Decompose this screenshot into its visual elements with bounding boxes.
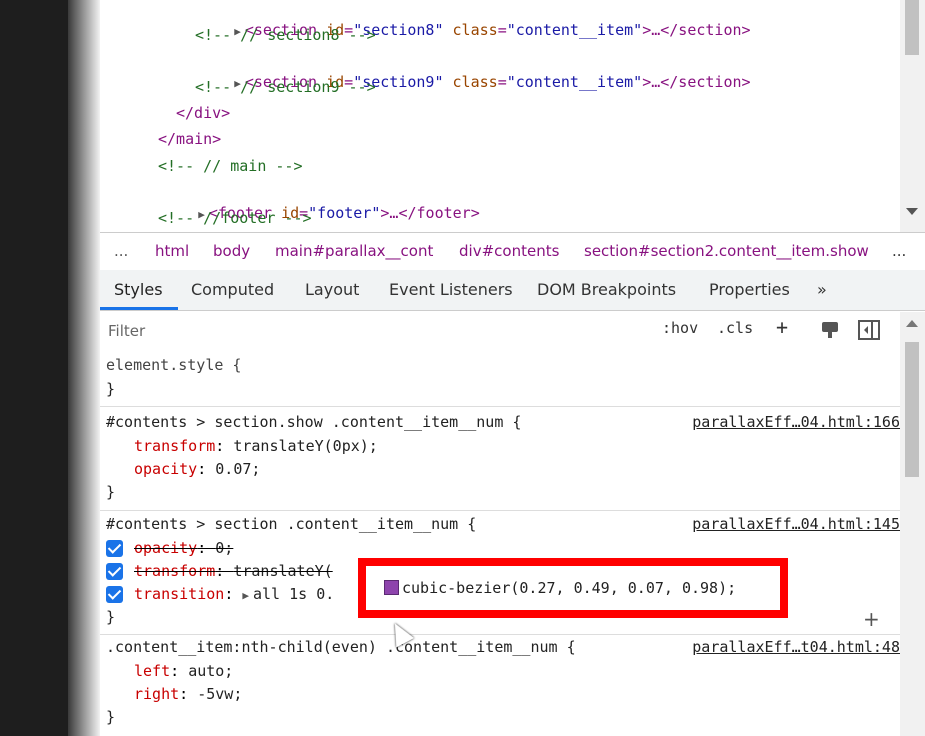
styles-scrollbar[interactable] <box>900 312 925 736</box>
breadcrumb-more[interactable]: ... <box>892 242 906 260</box>
scrollbar-thumb[interactable] <box>905 0 919 55</box>
tree-comment[interactable]: <!-- //footer --> <box>158 207 312 229</box>
style-property[interactable]: opacity: 0.07; <box>134 458 260 480</box>
elements-tree[interactable]: ▶ <section id="section8" class="content__… <box>100 0 900 232</box>
tabs-overflow-button[interactable]: » <box>817 280 827 299</box>
breadcrumb-item-body[interactable]: body <box>213 242 250 260</box>
desktop-background <box>0 0 68 736</box>
window-edge <box>68 0 100 736</box>
tab-styles[interactable]: Styles <box>114 280 163 299</box>
add-property-icon[interactable]: + <box>863 607 880 631</box>
style-property[interactable]: transform: translateY(0px); <box>134 435 378 457</box>
breadcrumb-item-section[interactable]: section#section2.content__item.show <box>584 242 869 260</box>
property-checkbox[interactable] <box>106 586 123 603</box>
rule-selector[interactable]: #contents > section .content__item__num … <box>106 513 476 535</box>
style-rules: element.style { } #contents > section.sh… <box>100 348 900 736</box>
style-property[interactable]: right: -5vw; <box>134 683 242 705</box>
property-checkbox[interactable] <box>106 540 123 557</box>
element-state-icon[interactable] <box>820 320 840 344</box>
toggle-sidebar-icon[interactable] <box>858 320 880 344</box>
rule-source-link[interactable]: parallaxEff…t04.html:48 <box>692 636 900 658</box>
rule-element-style: element.style { } <box>100 348 900 407</box>
style-property-overridden[interactable]: opacity: 0; <box>134 537 233 559</box>
tree-comment[interactable]: <!-- // section9 --> <box>195 76 376 98</box>
scroll-down-arrow-icon[interactable] <box>906 208 918 215</box>
tree-comment[interactable]: <!-- // section8 --> <box>195 24 376 46</box>
style-property[interactable]: left: auto; <box>134 660 233 682</box>
rule-source-link[interactable]: parallaxEff…04.html:166 <box>692 411 900 433</box>
rule-selector[interactable]: element.style { <box>106 354 241 376</box>
rule-selector[interactable]: #contents > section.show .content__item_… <box>106 411 521 433</box>
cubic-bezier-value[interactable]: cubic-bezier(0.27, 0.49, 0.07, 0.98); <box>384 577 741 599</box>
filter-input[interactable] <box>106 317 650 345</box>
new-style-rule-button[interactable]: + <box>776 315 788 339</box>
tab-computed[interactable]: Computed <box>191 280 274 299</box>
rule-selector[interactable]: .content__item:nth-child(even) .content_… <box>106 636 576 658</box>
tab-layout[interactable]: Layout <box>305 280 359 299</box>
rule-show-num: #contents > section.show .content__item_… <box>100 406 900 511</box>
rule-nth-child-num: .content__item:nth-child(even) .content_… <box>100 634 900 736</box>
breadcrumb-ellipsis[interactable]: ... <box>114 242 128 260</box>
tree-comment[interactable]: <!-- // main --> <box>158 155 303 177</box>
breadcrumb-item-div[interactable]: div#contents <box>459 242 559 260</box>
tab-event-listeners[interactable]: Event Listeners <box>389 280 513 299</box>
style-property-overridden[interactable]: transform: translateY( <box>134 560 333 582</box>
bezier-editor-icon[interactable] <box>384 580 399 595</box>
tab-dom-breakpoints[interactable]: DOM Breakpoints <box>537 280 676 299</box>
breadcrumb-item-html[interactable]: html <box>155 242 189 260</box>
hov-button[interactable]: :hov <box>662 319 698 337</box>
style-property-transition[interactable]: transition: ▶ all 1s 0. <box>134 583 334 605</box>
devtools-panel: ▶ <section id="section8" class="content__… <box>100 0 925 736</box>
tree-node-section8[interactable]: ▶ <section id="section8" class="content__… <box>180 0 750 39</box>
tree-node-footer[interactable]: ▶ <footer id="footer">…</footer> <box>144 180 480 222</box>
tree-node-section9[interactable]: ▶ <section id="section9" class="content__… <box>180 49 750 91</box>
cls-button[interactable]: .cls <box>717 319 753 337</box>
breadcrumb-item-main[interactable]: main#parallax__cont <box>275 242 433 260</box>
elements-scrollbar[interactable] <box>900 0 925 232</box>
tree-close-div[interactable]: </div> <box>176 102 230 124</box>
property-checkbox[interactable] <box>106 563 123 580</box>
rule-close-brace: } <box>106 708 116 726</box>
scrollbar-thumb[interactable] <box>905 342 919 477</box>
tab-properties[interactable]: Properties <box>709 280 790 299</box>
rule-close-brace: } <box>106 483 116 501</box>
rule-close-brace: } <box>106 380 116 398</box>
styles-toolbar: :hov .cls + <box>100 312 925 349</box>
active-tab-indicator <box>100 307 178 310</box>
scroll-up-arrow-icon[interactable] <box>906 320 918 327</box>
expand-triangle-icon[interactable]: ▶ <box>242 589 249 602</box>
sidebar-tabs: Styles Computed Layout Event Listeners D… <box>100 270 925 311</box>
rule-close-brace: } <box>106 608 116 626</box>
breadcrumb: ... html body main#parallax__cont div#co… <box>100 232 925 272</box>
tree-close-main[interactable]: </main> <box>158 128 221 150</box>
highlight-annotation: cubic-bezier(0.27, 0.49, 0.07, 0.98); <box>358 558 788 618</box>
rule-source-link[interactable]: parallaxEff…04.html:145 <box>692 513 900 535</box>
